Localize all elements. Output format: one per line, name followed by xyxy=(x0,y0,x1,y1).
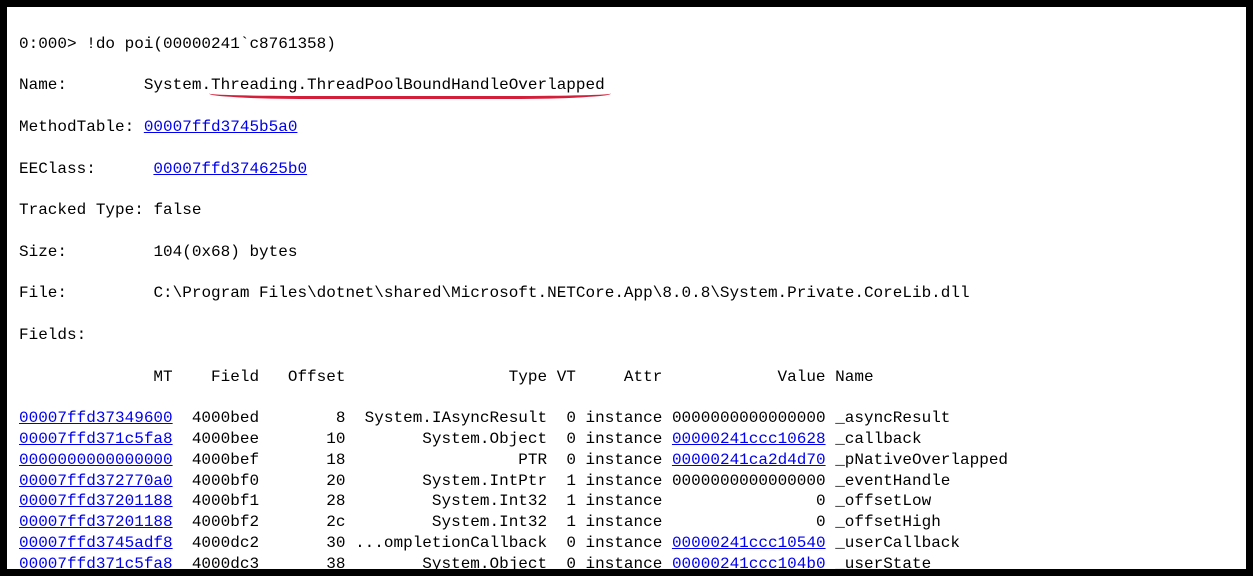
field-value: 4000bed xyxy=(192,409,259,427)
field-value: 4000bf2 xyxy=(192,513,259,531)
command-prompt: 0:000> !do poi(00000241`c8761358) xyxy=(19,34,1234,55)
type-value: System.Int32 xyxy=(355,492,547,510)
name-line: Name: System.Threading.ThreadPoolBoundHa… xyxy=(19,75,1234,96)
field-name: _userCallback xyxy=(835,534,960,552)
attr-value: instance xyxy=(576,409,662,427)
type-value: ...ompletionCallback xyxy=(355,534,547,552)
table-row: 00007ffd3745adf8 4000dc2 30 ...ompletion… xyxy=(19,533,1234,554)
tracked-value: false xyxy=(153,201,201,219)
type-value: System.Object xyxy=(355,555,547,573)
table-row: 00007ffd37201188 4000bf1 28 System.Int32… xyxy=(19,491,1234,512)
size-label: Size: xyxy=(19,243,67,261)
attr-value: instance xyxy=(576,472,662,490)
size-line: Size: 104(0x68) bytes xyxy=(19,242,1234,263)
fields-label-line: Fields: xyxy=(19,325,1234,346)
value-cell[interactable]: 00000241ccc104b0 xyxy=(672,555,826,573)
debugger-output: 0:000> !do poi(00000241`c8761358) Name: … xyxy=(0,0,1253,576)
name-label: Name: xyxy=(19,76,67,94)
mt-link[interactable]: 00007ffd3745adf8 xyxy=(19,534,173,552)
mt-label: MethodTable: xyxy=(19,118,134,136)
attr-value: instance xyxy=(576,451,662,469)
type-value: PTR xyxy=(355,451,547,469)
field-name: _offsetLow xyxy=(835,492,931,510)
offset-value: 2c xyxy=(259,513,345,531)
field-value: 4000bf0 xyxy=(192,472,259,490)
type-value: System.IAsyncResult xyxy=(355,409,547,427)
field-value: 4000dc2 xyxy=(192,534,259,552)
mt-link[interactable]: 00007ffd37349600 xyxy=(19,409,173,427)
field-name: _userState xyxy=(835,555,931,573)
mt-link[interactable]: 00007ffd37201188 xyxy=(19,492,173,510)
value-cell: 0 xyxy=(816,513,826,531)
tracked-label: Tracked Type: xyxy=(19,201,144,219)
offset-value: 38 xyxy=(259,555,345,573)
eeclass-line: EEClass: 00007ffd374625b0 xyxy=(19,159,1234,180)
attr-value: instance xyxy=(576,555,662,573)
vt-value: 1 xyxy=(547,513,576,531)
value-cell: 0000000000000000 xyxy=(672,409,826,427)
table-row: 0000000000000000 4000bef 18 PTR 0 instan… xyxy=(19,450,1234,471)
field-value: 4000dc3 xyxy=(192,555,259,573)
attr-value: instance xyxy=(576,430,662,448)
field-value: 4000bef xyxy=(192,451,259,469)
offset-value: 8 xyxy=(259,409,345,427)
table-row: 00007ffd37349600 4000bed 8 System.IAsync… xyxy=(19,408,1234,429)
mt-link[interactable]: 0000000000000000 xyxy=(19,451,173,469)
tracked-line: Tracked Type: false xyxy=(19,200,1234,221)
value-cell: 0000000000000000 xyxy=(672,472,826,490)
file-line: File: C:\Program Files\dotnet\shared\Mic… xyxy=(19,283,1234,304)
fields-rows: 00007ffd37349600 4000bed 8 System.IAsync… xyxy=(19,408,1234,576)
eeclass-link[interactable]: 00007ffd374625b0 xyxy=(153,160,307,178)
size-value: 104(0x68) bytes xyxy=(153,243,297,261)
ee-label: EEClass: xyxy=(19,160,96,178)
offset-value: 10 xyxy=(259,430,345,448)
file-value: C:\Program Files\dotnet\shared\Microsoft… xyxy=(153,284,969,302)
mt-link[interactable]: 00007ffd372770a0 xyxy=(19,472,173,490)
field-name: _pNativeOverlapped xyxy=(835,451,1008,469)
fields-columns: MT Field Offset Type VT Attr Value Name xyxy=(19,367,1234,388)
vt-value: 0 xyxy=(547,451,576,469)
field-name: _offsetHigh xyxy=(835,513,941,531)
table-row: 00007ffd372770a0 4000bf0 20 System.IntPt… xyxy=(19,471,1234,492)
offset-value: 18 xyxy=(259,451,345,469)
value-cell[interactable]: 00000241ca2d4d70 xyxy=(672,451,826,469)
name-value: System.Threading.ThreadPoolBoundHandleOv… xyxy=(144,76,605,94)
vt-value: 0 xyxy=(547,555,576,573)
table-row: 00007ffd371c5fa8 4000dc3 38 System.Objec… xyxy=(19,554,1234,575)
methodtable-line: MethodTable: 00007ffd3745b5a0 xyxy=(19,117,1234,138)
mt-link[interactable]: 00007ffd371c5fa8 xyxy=(19,555,173,573)
table-row: 00007ffd37201188 4000bf2 2c System.Int32… xyxy=(19,512,1234,533)
vt-value: 1 xyxy=(547,492,576,510)
field-name: _eventHandle xyxy=(835,472,950,490)
methodtable-link[interactable]: 00007ffd3745b5a0 xyxy=(144,118,298,136)
offset-value: 28 xyxy=(259,492,345,510)
type-value: System.IntPtr xyxy=(355,472,547,490)
type-value: System.Int32 xyxy=(355,513,547,531)
attr-value: instance xyxy=(576,534,662,552)
field-name: _callback xyxy=(835,430,921,448)
vt-value: 0 xyxy=(547,534,576,552)
field-value: 4000bee xyxy=(192,430,259,448)
mt-link[interactable]: 00007ffd37201188 xyxy=(19,513,173,531)
vt-value: 0 xyxy=(547,409,576,427)
attr-value: instance xyxy=(576,513,662,531)
table-row: 00007ffd371c5fa8 4000bee 10 System.Objec… xyxy=(19,429,1234,450)
mt-link[interactable]: 00007ffd371c5fa8 xyxy=(19,430,173,448)
vt-value: 0 xyxy=(547,430,576,448)
value-cell[interactable]: 00000241ccc10628 xyxy=(672,430,826,448)
file-label: File: xyxy=(19,284,67,302)
offset-value: 30 xyxy=(259,534,345,552)
field-value: 4000bf1 xyxy=(192,492,259,510)
value-cell: 0 xyxy=(816,492,826,510)
field-name: _asyncResult xyxy=(835,409,950,427)
attr-value: instance xyxy=(576,492,662,510)
vt-value: 1 xyxy=(547,472,576,490)
offset-value: 20 xyxy=(259,472,345,490)
value-cell[interactable]: 00000241ccc10540 xyxy=(672,534,826,552)
type-value: System.Object xyxy=(355,430,547,448)
